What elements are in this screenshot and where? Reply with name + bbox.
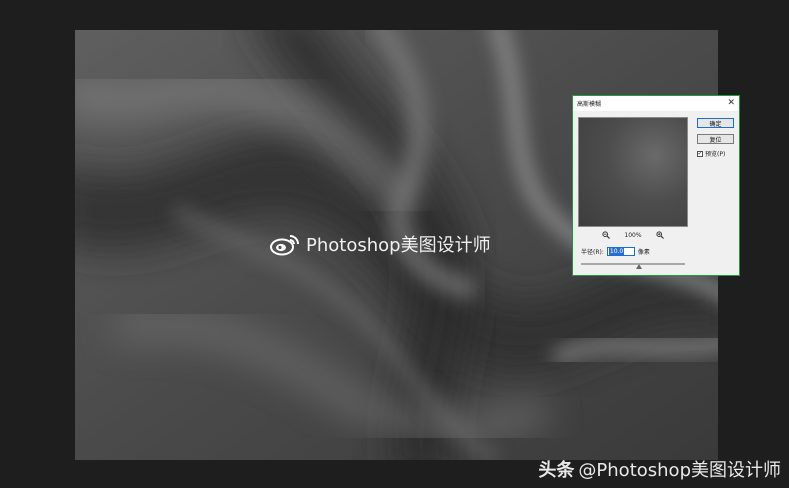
zoom-level: 100%	[624, 231, 642, 239]
watermark-text: Photoshop美图设计师	[306, 235, 491, 256]
weibo-icon	[270, 235, 299, 256]
radius-unit: 像素	[637, 249, 650, 256]
dialog-titlebar[interactable]: 高斯模糊 ✕	[573, 96, 739, 111]
dialog-title: 高斯模糊	[577, 101, 602, 108]
radius-input[interactable]: 10.0	[606, 247, 635, 256]
gaussian-blur-dialog: 高斯模糊 ✕ 100% 确定 复位 ✓ 预览(P) 半径(R): 10.0 像素	[572, 95, 740, 276]
reset-button[interactable]: 复位	[697, 134, 734, 144]
credit-handle: @Photoshop美图设计师	[578, 460, 781, 481]
radius-value: 10.0	[608, 248, 625, 255]
zoom-controls: 100%	[578, 230, 688, 240]
checkbox-checked-icon[interactable]: ✓	[697, 150, 703, 157]
ok-button[interactable]: 确定	[697, 118, 734, 128]
close-icon[interactable]: ✕	[727, 99, 735, 108]
zoom-in-icon[interactable]	[655, 231, 664, 239]
credit-brand: 头条	[538, 460, 575, 481]
radius-slider-thumb[interactable]	[636, 264, 642, 269]
watermark: Photoshop美图设计师	[270, 230, 491, 258]
radius-row: 半径(R): 10.0 像素	[581, 247, 650, 256]
zoom-out-icon[interactable]	[602, 231, 611, 239]
preview-checkbox[interactable]: ✓ 预览(P)	[697, 149, 725, 158]
source-credit: 头条 @Photoshop美图设计师	[538, 456, 781, 482]
radius-slider[interactable]	[581, 263, 685, 265]
preview-label: 预览(P)	[705, 151, 726, 158]
blur-preview[interactable]	[578, 117, 688, 227]
radius-label: 半径(R):	[581, 249, 604, 256]
